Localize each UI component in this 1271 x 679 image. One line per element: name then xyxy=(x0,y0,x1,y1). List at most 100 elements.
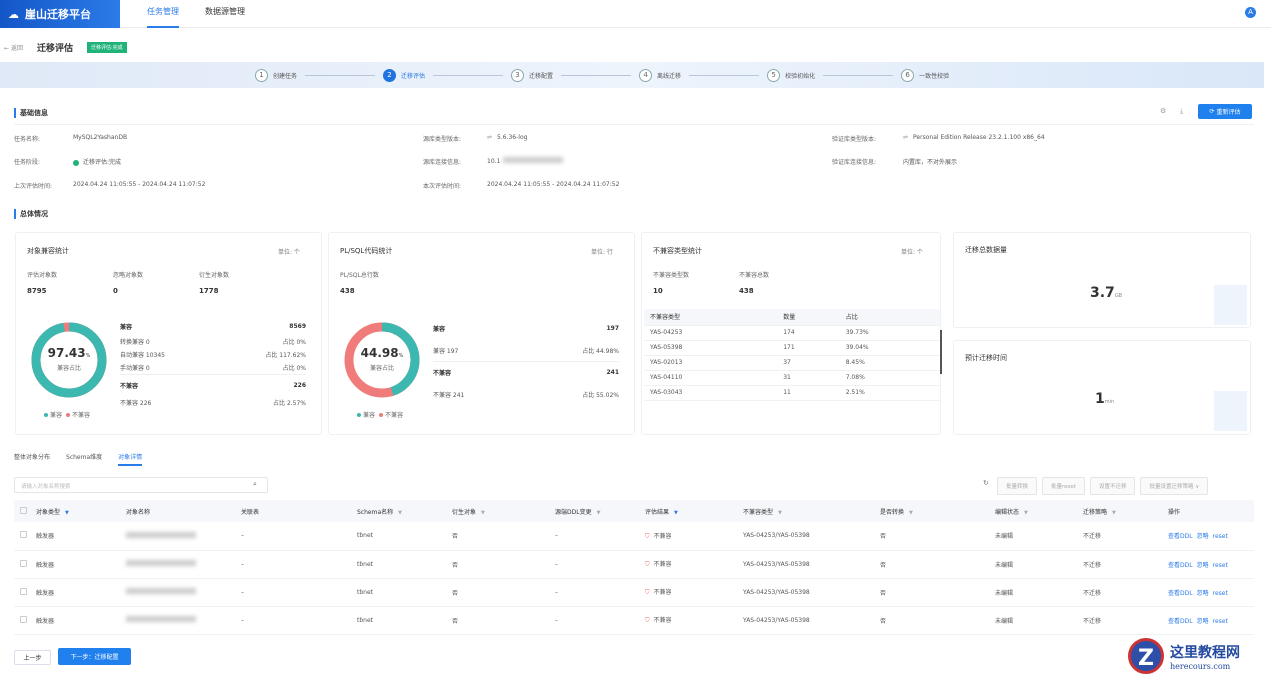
action-link-1[interactable]: 忽略 xyxy=(1197,590,1209,597)
filter-icon[interactable]: ▼ xyxy=(1112,510,1116,516)
prev-step-button[interactable]: 上一步 xyxy=(14,650,51,665)
scrollbar[interactable] xyxy=(940,330,942,374)
table-cell: 否 xyxy=(452,522,555,551)
column-header[interactable]: 衍生对象 ▼ xyxy=(452,500,555,522)
toolbar-button-2[interactable]: 设置不迁移 xyxy=(1089,477,1136,495)
table-row[interactable]: 触发器 – tbnet 否 – ⛉ 不兼容 YAS-04253/YAS-05398 否未编辑 不迁… xyxy=(14,578,1254,607)
donut-center: 97.43% 兼容占比 xyxy=(29,346,109,372)
step-number: 3 xyxy=(511,68,525,82)
field-value: 10.1 xyxy=(487,157,564,165)
action-link-2[interactable]: reset xyxy=(1213,590,1228,597)
step-4[interactable]: 4 离线迁移 xyxy=(639,68,681,82)
app-logo[interactable]: ☁ 崖山迁移平台 xyxy=(0,0,120,28)
data-volume-card: 迁移总数据量 3.7GB xyxy=(953,232,1251,328)
filter-icon[interactable]: ▼ xyxy=(398,510,402,516)
column-header[interactable]: 编辑状态 ▼ xyxy=(995,500,1083,522)
filter-icon[interactable]: ▼ xyxy=(674,510,678,516)
table-row[interactable]: 触发器 – tbnet 否 – ⛉ 不兼容 YAS-04253/YAS-05398 否未编辑 不迁… xyxy=(14,522,1254,551)
search-icon[interactable]: ⌕ xyxy=(253,480,257,489)
step-5[interactable]: 5 校验初始化 xyxy=(767,68,816,82)
breakdown-label: 不兼容 241 xyxy=(433,391,465,399)
filter-icon[interactable]: ▼ xyxy=(65,510,69,516)
step-label: 校验初始化 xyxy=(785,72,816,80)
action-link-2[interactable]: reset xyxy=(1213,562,1228,569)
action-link-1[interactable]: 忽略 xyxy=(1197,533,1209,540)
row-checkbox[interactable] xyxy=(14,550,36,579)
table-cell: tbnet xyxy=(357,522,452,551)
action-link-1[interactable]: 忽略 xyxy=(1197,618,1209,625)
table-cell xyxy=(126,522,241,551)
action-link-0[interactable]: 查看DDL xyxy=(1168,618,1193,625)
action-link-2[interactable]: reset xyxy=(1213,533,1228,540)
filter-icon[interactable]: ▼ xyxy=(778,510,782,516)
legend-item[interactable]: 兼容 xyxy=(357,410,375,419)
column-header[interactable]: 对象名称 xyxy=(126,500,241,522)
legend-item[interactable]: 不兼容 xyxy=(379,410,403,419)
table-cell: 否 xyxy=(452,606,555,635)
migration-time-card: 预计迁移时间 1min xyxy=(953,340,1251,435)
column-header[interactable]: Schema名称 ▼ xyxy=(357,500,452,522)
filter-icon[interactable]: ▼ xyxy=(909,510,913,516)
stat-value: 10 xyxy=(653,287,663,295)
column-header[interactable]: 迁移策略 ▼ xyxy=(1083,500,1168,522)
tab-0[interactable]: 整体对象分布 xyxy=(14,452,50,466)
nav-datasource-management[interactable]: 数据源管理 xyxy=(205,0,245,28)
action-link-0[interactable]: 查看DDL xyxy=(1168,590,1193,597)
cell-conv: 否 xyxy=(880,589,887,597)
settings-icon[interactable]: ⚙ xyxy=(1160,107,1166,115)
next-step-button[interactable]: 下一步：迁移配置 xyxy=(58,648,131,665)
action-link-2[interactable]: reset xyxy=(1213,618,1228,625)
column-label: 迁移策略 xyxy=(1083,508,1108,516)
download-icon[interactable]: ⤓ xyxy=(1180,107,1183,116)
column-header[interactable]: 对象类型 ▼ xyxy=(36,500,126,522)
row-checkbox[interactable] xyxy=(14,578,36,607)
table-cell: ⛉ 不兼容 xyxy=(645,578,743,607)
user-avatar[interactable]: A xyxy=(1245,7,1256,18)
column-header[interactable]: 是否转换 ▼ xyxy=(880,500,995,522)
cell-rel: – xyxy=(241,532,244,540)
nav-task-management[interactable]: 任务管理 xyxy=(147,0,179,28)
toolbar-button-0[interactable]: 批量转换 xyxy=(997,477,1038,495)
select-all-checkbox[interactable] xyxy=(14,500,36,522)
column-header[interactable]: 关联表 xyxy=(241,500,357,522)
step-1[interactable]: 1 创建任务 xyxy=(255,68,297,82)
step-6[interactable]: 6 一致性校验 xyxy=(901,68,949,82)
object-search-input[interactable]: 请输入对象名称搜索 xyxy=(14,477,268,493)
breakdown-label: 不兼容 226 xyxy=(120,400,152,407)
filter-icon[interactable]: ▼ xyxy=(597,510,601,516)
column-header[interactable]: 评估结果 ▼ xyxy=(645,500,743,522)
column-header[interactable]: 不兼容类型 ▼ xyxy=(743,500,880,522)
breakdown-row: 兼容 197 占比 44.98% xyxy=(433,339,619,361)
table-row[interactable]: 触发器 – tbnet 否 – ⛉ 不兼容 YAS-04253/YAS-05398 否未编辑 不迁… xyxy=(14,606,1254,635)
filter-icon[interactable]: ▼ xyxy=(1024,510,1028,516)
row-checkbox[interactable] xyxy=(14,522,36,551)
action-link-1[interactable]: 忽略 xyxy=(1197,562,1209,569)
column-header[interactable]: 源端DDL变更 ▼ xyxy=(555,500,645,522)
legend-item[interactable]: 不兼容 xyxy=(66,410,90,419)
table-cell: 未编辑 xyxy=(995,550,1083,579)
refresh-icon[interactable]: ↻ xyxy=(983,479,989,487)
table-row[interactable]: 触发器 – tbnet 否 – ⛉ 不兼容 YAS-04253/YAS-05398 否未编辑 不迁… xyxy=(14,550,1254,579)
back-link[interactable]: ← 返回 xyxy=(4,43,23,52)
tab-2[interactable]: 对象详情 xyxy=(118,452,143,466)
column-header[interactable]: 操作 xyxy=(1168,500,1254,522)
action-link-0[interactable]: 查看DDL xyxy=(1168,533,1193,540)
filter-icon[interactable]: ▼ xyxy=(481,510,485,516)
legend-item[interactable]: 兼容 xyxy=(44,410,62,419)
step-2[interactable]: 2 迁移评估 xyxy=(383,68,425,82)
step-3[interactable]: 3 迁移配置 xyxy=(511,68,554,82)
reevaluate-button[interactable]: ⟳ 重新评估 xyxy=(1198,104,1252,119)
action-link-0[interactable]: 查看DDL xyxy=(1168,562,1193,569)
step-connector xyxy=(433,74,504,76)
field-value: MySQL2YashanDB xyxy=(73,134,127,141)
card-title: 预计迁移时间 xyxy=(965,354,1007,362)
field-label: 任务阶段: xyxy=(14,159,41,166)
table-cell: 触发器 xyxy=(36,578,126,607)
toolbar-button-3[interactable]: 批量设置迁移策略 ∨ xyxy=(1140,477,1209,495)
tab-1[interactable]: Schema维度 xyxy=(66,452,102,466)
unit-label: 单位: 个 xyxy=(901,249,923,256)
row-checkbox[interactable] xyxy=(14,606,36,635)
toolbar-button-1[interactable]: 批量reset xyxy=(1042,477,1085,495)
breakdown-label: 手动兼容 0 xyxy=(120,365,150,372)
step-label: 迁移配置 xyxy=(529,72,554,80)
